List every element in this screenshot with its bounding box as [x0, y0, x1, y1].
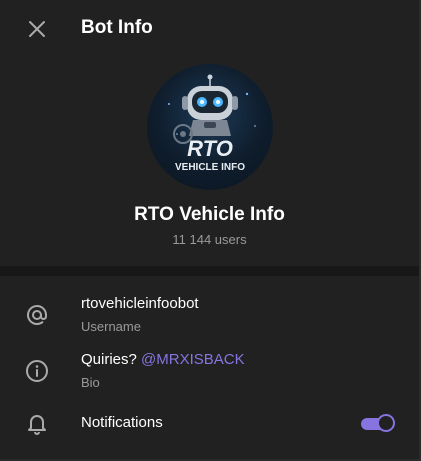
close-button[interactable] [21, 13, 53, 45]
close-icon [29, 21, 45, 37]
bio-mention-link[interactable]: @MRXISBACK [141, 351, 245, 368]
info-icon [24, 358, 50, 384]
username-label: Username [81, 319, 141, 334]
bot-info-panel: Bot Info RTO VEHICLE INFO RTO Vehicle In… [0, 0, 421, 461]
page-title: Bot Info [81, 17, 153, 38]
notifications-label: Notifications [81, 414, 163, 431]
bio-prefix: Quiries? [81, 351, 142, 368]
notifications-toggle[interactable] [361, 414, 395, 432]
bio-row[interactable]: Quiries? @MRXISBACK Bio [0, 346, 419, 396]
svg-text:RTO: RTO [187, 136, 233, 161]
bio-text: Quiries? @MRXISBACK [81, 351, 245, 368]
section-divider [0, 266, 419, 276]
username-row[interactable]: rtovehicleinfoobot Username [0, 290, 419, 340]
bio-label: Bio [81, 375, 100, 390]
profile-name: RTO Vehicle Info [134, 204, 285, 225]
avatar[interactable]: RTO VEHICLE INFO [147, 64, 273, 190]
svg-text:VEHICLE INFO: VEHICLE INFO [175, 162, 245, 173]
username-value: rtovehicleinfoobot [81, 295, 199, 312]
header: Bot Info [0, 0, 419, 58]
at-icon [24, 302, 50, 328]
notifications-row[interactable]: Notifications [0, 406, 419, 440]
toggle-knob [377, 414, 395, 432]
robot-avatar-image: RTO VEHICLE INFO [168, 74, 256, 173]
user-count: 11 144 users [172, 232, 247, 247]
bell-icon [24, 410, 50, 436]
